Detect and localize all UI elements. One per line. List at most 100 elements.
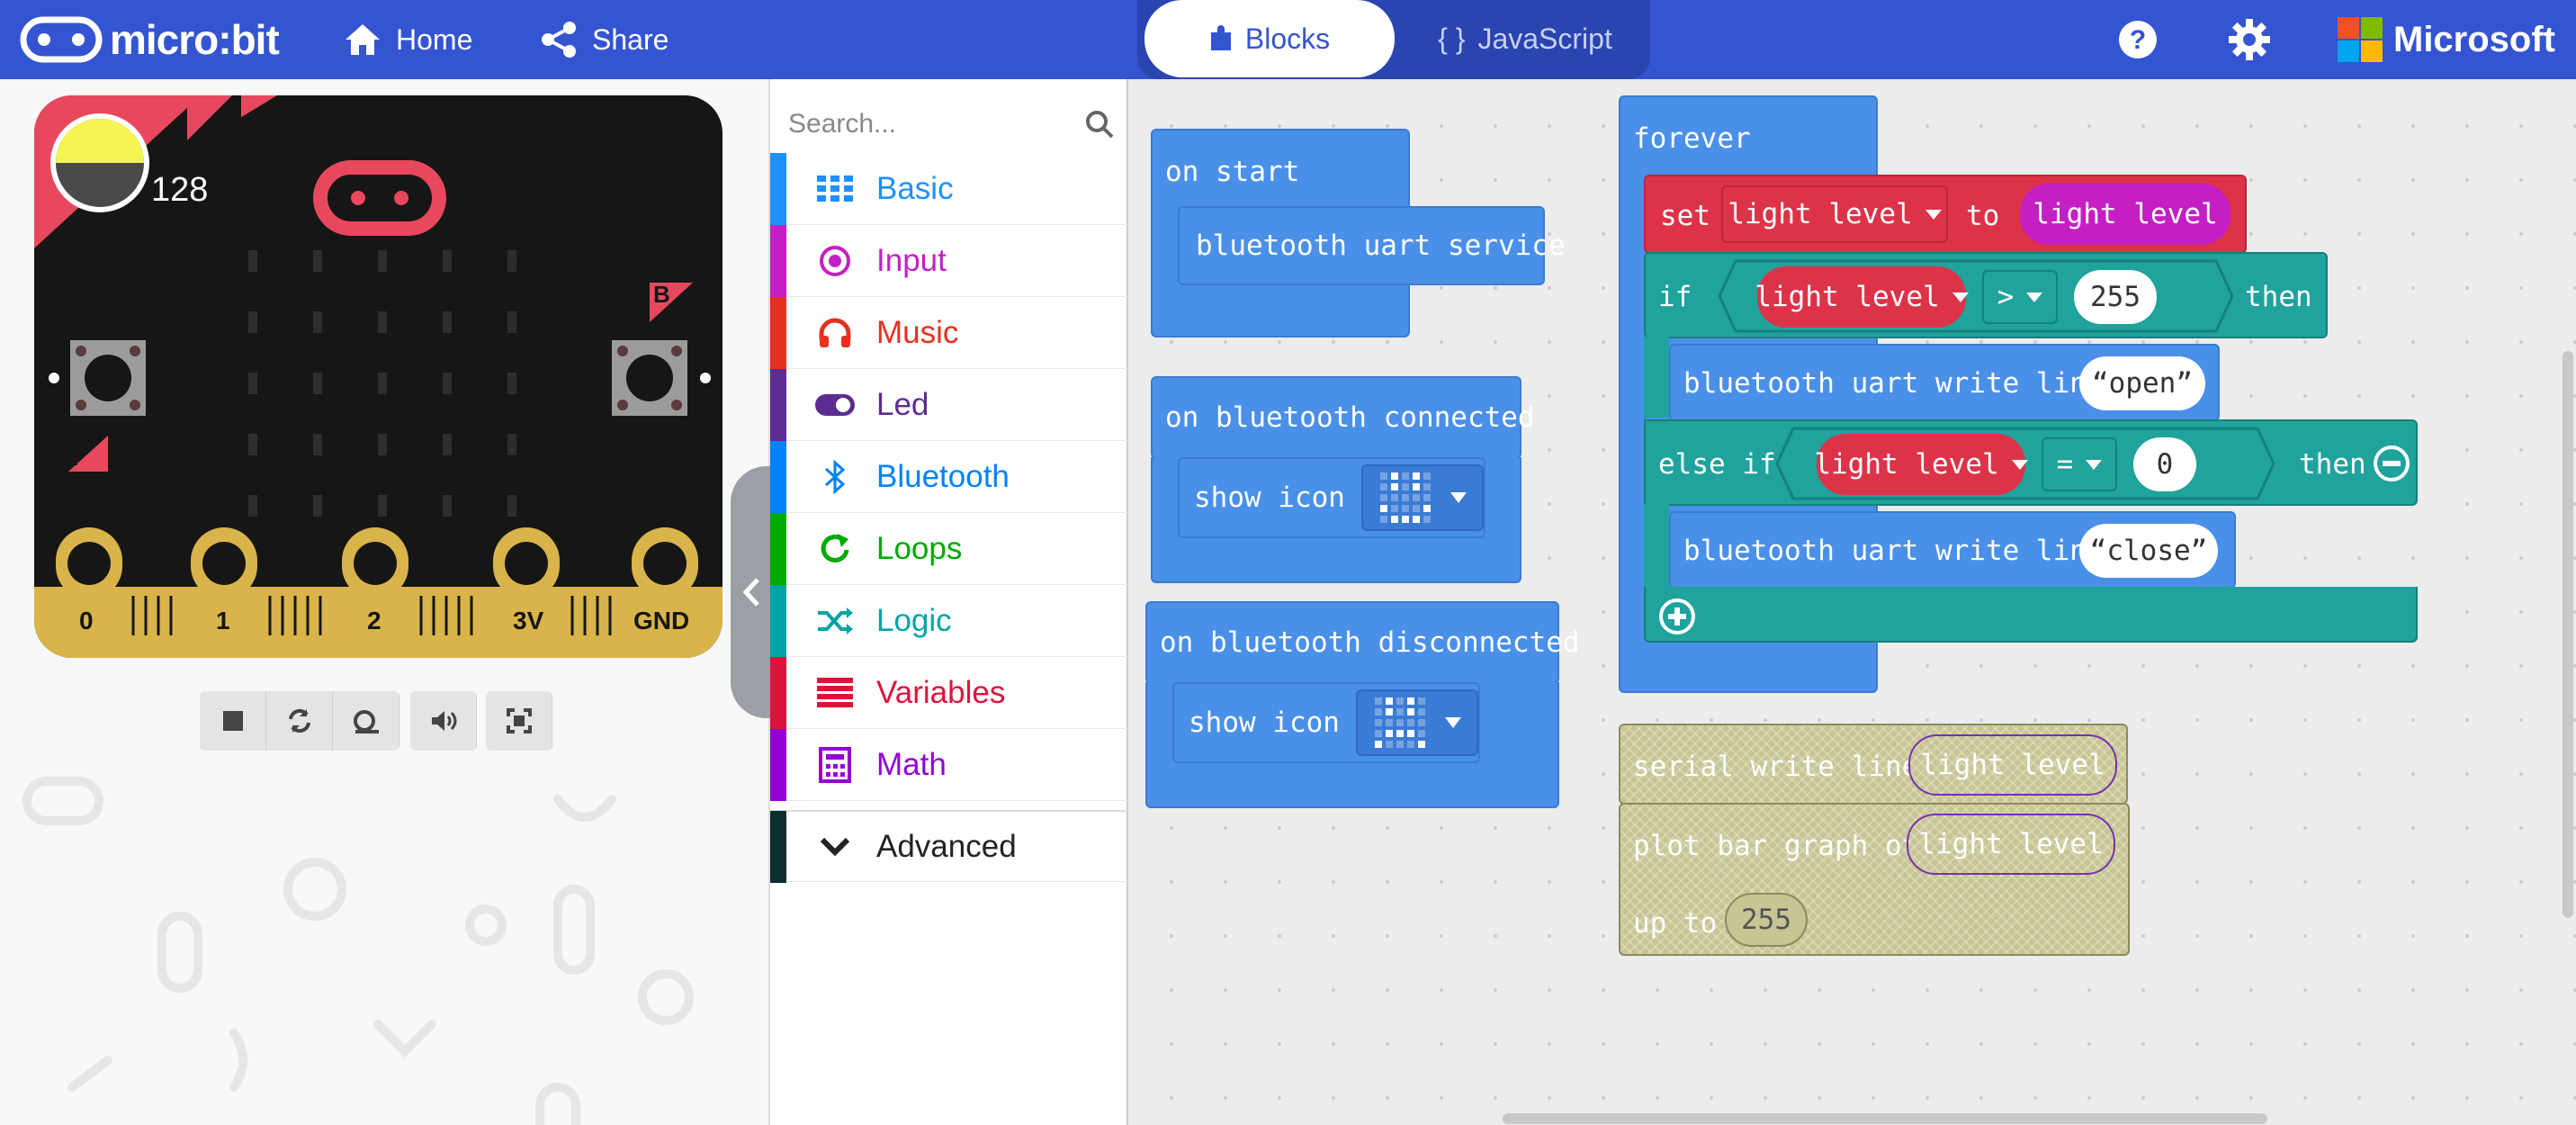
category-music[interactable]: Music (770, 296, 1128, 369)
bluetooth-uart-write-line-block[interactable]: bluetooth uart write line “open” (1669, 344, 2220, 421)
category-color-bar (770, 728, 786, 801)
toolbox: Search... Basic Input Music Led Bluetoot… (770, 79, 1128, 1125)
volume-icon (431, 711, 456, 731)
on-bluetooth-connected-block[interactable]: on bluetooth connected (1151, 376, 1535, 459)
category-label: Logic (876, 602, 952, 638)
serial-write-line-block[interactable]: serial write line light level (1619, 724, 2128, 805)
workspace-vertical-scrollbar[interactable] (2563, 351, 2573, 918)
category-label: Loops (876, 530, 963, 566)
happy-face-icon (1379, 472, 1431, 523)
stop-icon (222, 711, 243, 731)
light-level-sensor[interactable] (50, 113, 149, 212)
microsoft-logo[interactable]: Microsoft (2338, 13, 2555, 67)
dropdown-arrow-icon (2026, 292, 2043, 302)
category-color-bar (770, 368, 786, 441)
category-bluetooth[interactable]: Bluetooth (770, 440, 1128, 513)
show-icon-block[interactable]: show icon (1178, 457, 1485, 538)
category-variables[interactable]: Variables (770, 656, 1128, 729)
number-input[interactable]: 0 (2133, 437, 2196, 491)
restart-button[interactable] (266, 691, 333, 751)
gear-icon (2229, 19, 2270, 60)
category-label: Advanced (876, 828, 1017, 864)
icon-picker[interactable] (1360, 464, 1484, 531)
home-button[interactable]: Home (344, 14, 472, 65)
fullscreen-button[interactable] (486, 691, 552, 751)
string-input[interactable]: “open” (2079, 356, 2205, 410)
blocks-workspace[interactable]: on start bluetooth uart service on bluet… (1128, 79, 2576, 1125)
braces-icon: { } (1438, 22, 1466, 55)
tab-blocks-label: Blocks (1244, 22, 1331, 55)
number-input[interactable]: 255 (1725, 893, 1808, 947)
pin-gnd-label: GND (633, 607, 690, 634)
headphones-icon (813, 311, 857, 355)
bluetooth-uart-write-line-block[interactable]: bluetooth uart write line “close” (1669, 511, 2236, 589)
category-color-bar (770, 440, 786, 513)
search-icon[interactable] (1085, 110, 1114, 139)
category-logic[interactable]: Logic (770, 584, 1128, 657)
on-start-block[interactable]: on start bluetooth uart service (1151, 129, 1566, 338)
settings-button[interactable] (2228, 18, 2271, 66)
block-label: bluetooth uart write line (1683, 367, 2104, 400)
grid-icon (813, 167, 857, 211)
on-bluetooth-disconnected-block[interactable]: on bluetooth disconnected (1145, 601, 1580, 684)
light-level-variable[interactable]: light level (1814, 434, 2028, 495)
plot-bar-graph-block[interactable]: plot bar graph of light level up to 255 (1619, 803, 2130, 956)
number-input[interactable]: 255 (2074, 270, 2157, 324)
category-loops[interactable]: Loops (770, 512, 1128, 585)
category-advanced[interactable]: Advanced (770, 810, 1128, 883)
category-input[interactable]: Input (770, 224, 1128, 297)
button-a-label: A (61, 444, 78, 471)
microbit-logo[interactable]: micro:bit (20, 14, 280, 65)
category-basic[interactable]: Basic (770, 152, 1128, 225)
set-variable-block[interactable]: set light level to light level (1644, 175, 2247, 254)
microsoft-squares-icon (2338, 17, 2383, 62)
tab-blocks[interactable]: Blocks (1144, 0, 1395, 77)
string-value: “open” (2092, 367, 2193, 400)
light-level-reporter[interactable]: light level (2020, 184, 2230, 245)
add-branch-icon[interactable] (1658, 598, 1696, 635)
search-input[interactable]: Search... (788, 109, 896, 140)
string-input[interactable]: “close” (2079, 524, 2218, 578)
category-label: Math (876, 746, 947, 782)
icon-picker[interactable] (1355, 689, 1478, 756)
toolbox-search[interactable]: Search... (788, 97, 1114, 151)
simulator-panel: 128 A B 0 1 2 3V GND (0, 79, 770, 1125)
light-level-reporter[interactable]: light level (1907, 814, 2115, 875)
light-level-variable[interactable]: light level (1755, 266, 1969, 328)
help-button[interactable]: ? (2118, 20, 2158, 64)
reporter-label: light level (2033, 198, 2218, 230)
variable-dropdown[interactable]: light level (1721, 185, 1948, 243)
category-label: Basic (876, 170, 954, 206)
home-icon (346, 24, 380, 55)
number-value: 255 (1741, 904, 1791, 936)
slow-mo-button[interactable] (333, 691, 399, 751)
on-disconnected-label: on bluetooth disconnected (1160, 626, 1580, 659)
operator-dropdown[interactable]: > (1982, 270, 2058, 324)
dropdown-arrow-icon (2086, 459, 2103, 470)
light-level-reporter[interactable]: light level (1908, 734, 2117, 796)
operator-dropdown[interactable]: = (2042, 437, 2117, 491)
dropdown-arrow-icon (2011, 459, 2028, 470)
stop-button[interactable] (200, 691, 266, 751)
else-if-row[interactable]: else if light level = 0 then (1644, 419, 2418, 506)
category-color-bar (770, 656, 786, 729)
tab-javascript[interactable]: { } JavaScript (1404, 0, 1647, 77)
bluetooth-uart-service-block[interactable]: bluetooth uart service (1178, 206, 1566, 285)
remove-branch-icon[interactable] (2373, 445, 2410, 482)
show-icon-block[interactable]: show icon (1172, 682, 1480, 763)
category-led[interactable]: Led (770, 368, 1128, 441)
calculator-icon (813, 743, 857, 787)
category-math[interactable]: Math (770, 728, 1128, 801)
if-block[interactable]: if light level > 255 then (1644, 252, 2328, 338)
if-keyword: if (1658, 281, 1692, 313)
share-button[interactable]: Share (540, 14, 669, 65)
collapse-simulator-button[interactable] (731, 466, 772, 718)
on-connected-body: show icon (1151, 457, 1521, 583)
workspace-horizontal-scrollbar[interactable] (1503, 1113, 2267, 1124)
chevron-down-icon (813, 825, 857, 868)
toggle-icon (813, 383, 857, 427)
category-label: Led (876, 386, 929, 422)
volume-button[interactable] (410, 691, 477, 751)
on-start-label: on start (1165, 156, 1300, 188)
chevron-left-icon (742, 578, 759, 607)
